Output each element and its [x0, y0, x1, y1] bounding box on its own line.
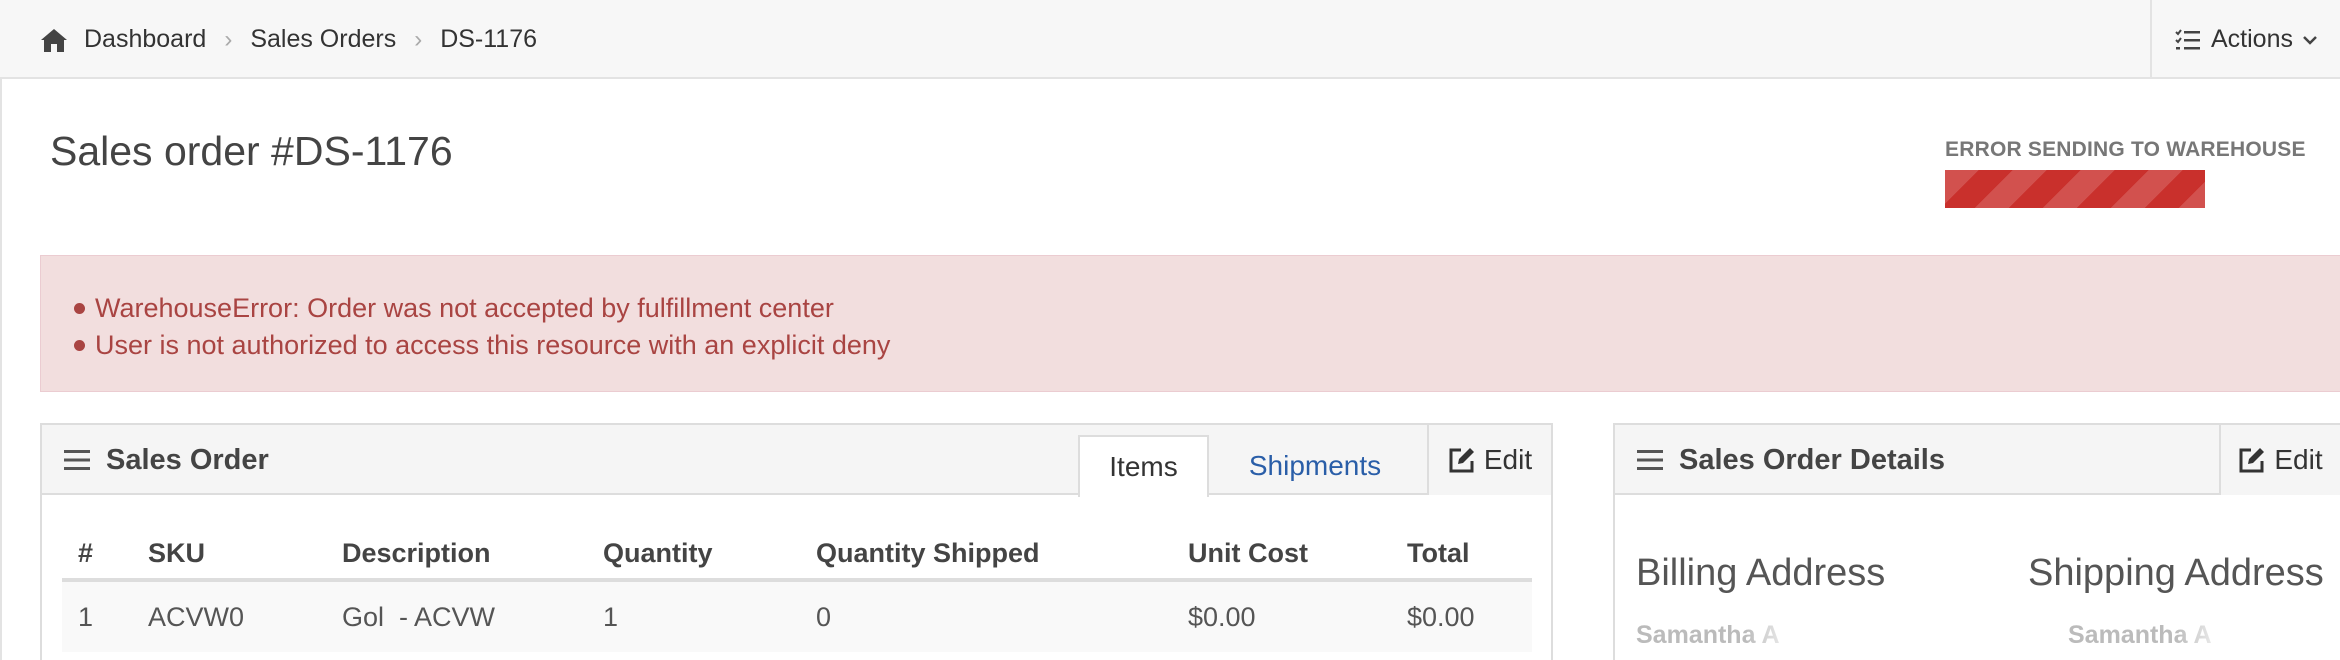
panel-title-text: Sales Order: [106, 443, 269, 476]
edit-label: Edit: [2274, 444, 2323, 475]
edit-label: Edit: [1483, 444, 1533, 475]
bullet-icon: [74, 340, 85, 351]
breadcrumb-current: DS-1176: [440, 25, 538, 53]
pencil-square-icon: [1449, 448, 1474, 473]
actions-label: Actions: [2211, 25, 2293, 53]
chevron-down-icon: [2303, 35, 2317, 45]
breadcrumb-dashboard[interactable]: Dashboard: [84, 25, 206, 54]
shipping-address-heading: Shipping Address: [2028, 552, 2324, 594]
pencil-square-icon: [2239, 448, 2265, 473]
table-cell: $0.00: [1391, 580, 1532, 652]
breadcrumb-separator: ›: [224, 25, 233, 53]
home-icon: [41, 28, 67, 52]
status-indicator: ERROR SENDING TO WAREHOUSE: [1945, 138, 2306, 208]
content-border: [0, 79, 2, 660]
column-header: Unit Cost: [1172, 528, 1391, 582]
edit-details-button[interactable]: Edit: [2219, 425, 2340, 495]
table-cell: Gol - ACVW: [326, 580, 587, 652]
panel-header: Sales Order Items Shipments Edit: [42, 425, 1551, 497]
page-title: Sales order #DS-1176: [50, 128, 453, 174]
text-fade-overlay: [2175, 615, 2255, 655]
panel-header: Sales Order Details Edit: [1615, 425, 2340, 495]
column-header: SKU: [132, 528, 326, 582]
panel-title-text: Sales Order Details: [1679, 443, 1945, 476]
table-cell: 1: [62, 580, 132, 652]
alert-message-text: User is not authorized to access this re…: [95, 330, 891, 360]
list-check-icon: [2175, 28, 2200, 49]
table-cell: 0: [800, 580, 1172, 652]
hamburger-menu-icon: [1637, 450, 1663, 470]
hamburger-menu-icon: [64, 450, 90, 470]
alert-message: User is not authorized to access this re…: [74, 327, 2340, 364]
tab-shipments[interactable]: Shipments: [1211, 435, 1419, 497]
panel-title: Sales Order Details: [1637, 425, 1945, 495]
text-fade-overlay: [1745, 615, 1825, 655]
breadcrumb-separator: ›: [414, 25, 423, 53]
sales-order-details-panel: Sales Order Details Edit Billing Address…: [1613, 423, 2340, 660]
bullet-icon: [74, 303, 85, 314]
edit-sales-order-button[interactable]: Edit: [1427, 425, 1551, 495]
error-alert: WarehouseError: Order was not accepted b…: [40, 255, 2340, 392]
table-header-row: # SKU Description Quantity Quantity Ship…: [62, 528, 1532, 582]
table-cell: ACVW0: [132, 580, 326, 652]
tab-items[interactable]: Items: [1078, 435, 1209, 497]
column-header: #: [62, 528, 132, 582]
table-row[interactable]: 1 ACVW0 Gol - ACVW 1 0 $0.00 $0.00: [62, 580, 1532, 652]
billing-address-heading: Billing Address: [1636, 552, 1886, 594]
column-header: Total: [1391, 528, 1532, 582]
top-bar: Dashboard › Sales Orders › DS-1176 Actio…: [0, 0, 2340, 79]
column-header: Quantity Shipped: [800, 528, 1172, 582]
panel-title: Sales Order: [64, 425, 269, 495]
column-header: Description: [326, 528, 587, 582]
breadcrumb-sales-orders[interactable]: Sales Orders: [250, 25, 396, 54]
status-progress-bar: [1945, 170, 2205, 208]
sales-order-panel: Sales Order Items Shipments Edit # SKU D…: [40, 423, 1553, 660]
breadcrumb: Dashboard › Sales Orders › DS-1176: [40, 0, 537, 79]
alert-message: WarehouseError: Order was not accepted b…: [74, 290, 2340, 327]
alert-message-text: WarehouseError: Order was not accepted b…: [95, 293, 834, 323]
table-cell: $0.00: [1172, 580, 1391, 652]
items-table: # SKU Description Quantity Quantity Ship…: [62, 528, 1532, 652]
table-cell: 1: [587, 580, 800, 652]
status-label: ERROR SENDING TO WAREHOUSE: [1945, 138, 2306, 161]
actions-dropdown-button[interactable]: Actions: [2150, 0, 2340, 79]
column-header: Quantity: [587, 528, 800, 582]
